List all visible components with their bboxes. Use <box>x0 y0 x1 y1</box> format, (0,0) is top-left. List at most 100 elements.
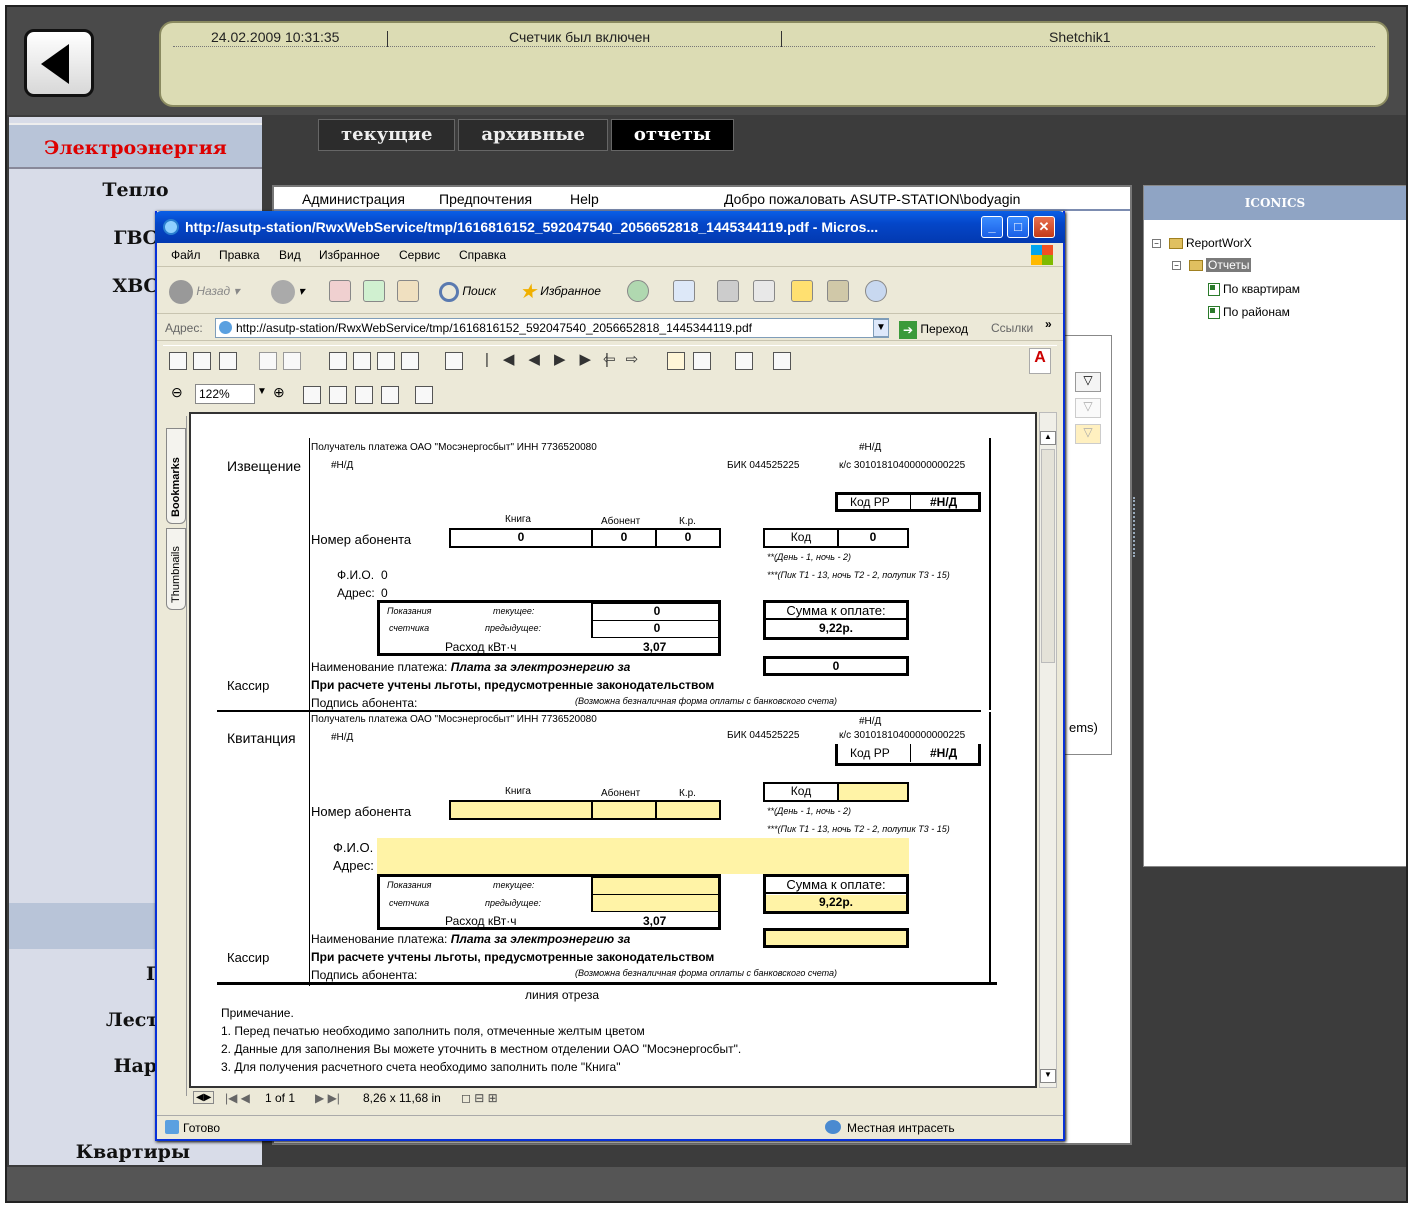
chevron-left-icon[interactable]: ◀▶ <box>193 1091 215 1104</box>
home-icon[interactable] <box>397 280 419 302</box>
tree-item-districts[interactable]: По районам <box>1208 305 1290 320</box>
zoom-out-icon[interactable]: ⊖ <box>171 384 183 401</box>
messenger-icon[interactable] <box>865 280 887 302</box>
history-nav-icons[interactable]: ⇦⇨ <box>603 350 648 368</box>
snapshot-icon[interactable] <box>773 352 791 370</box>
address-input[interactable]: http://asutp-station/RwxWebService/tmp/1… <box>215 318 889 338</box>
layout-icons[interactable]: ◻ ⊟ ⊞ <box>461 1091 498 1105</box>
undo-icon[interactable] <box>283 352 301 370</box>
research-icon[interactable] <box>827 280 849 302</box>
close-button[interactable]: ✕ <box>1033 216 1055 238</box>
menu-admin[interactable]: Администрация <box>302 191 405 207</box>
zoom-input[interactable]: 122% <box>195 384 255 404</box>
pokazaniya-label: Показания <box>387 606 432 616</box>
input-abonent[interactable] <box>591 800 657 820</box>
back-button[interactable]: Назад ▾ <box>169 278 240 304</box>
menu-edit[interactable]: Правка <box>219 248 260 262</box>
rotate-icon[interactable] <box>415 386 433 404</box>
report-tree-panel: ICONICS − ReportWorX − Отчеты По квартирам… <box>1143 185 1406 867</box>
menu-help[interactable]: Справка <box>459 248 506 262</box>
kod-rr-label: Код РР <box>850 746 890 760</box>
thumbnails-label: Thumbnails <box>170 546 182 603</box>
page-indicator[interactable]: 1 of 1 <box>265 1091 295 1105</box>
filter-icon[interactable]: ▽ <box>1075 398 1101 418</box>
chevron-right-icon[interactable]: » <box>1045 317 1052 331</box>
forward-button[interactable]: ▾ <box>271 278 304 304</box>
menu-favorites[interactable]: Избранное <box>319 248 380 262</box>
first-page-icon[interactable]: |◀ ◀ <box>225 1091 250 1105</box>
fit-width-icon[interactable] <box>355 386 373 404</box>
input-tek[interactable] <box>591 877 718 895</box>
tab-thumbnails[interactable]: Thumbnails <box>166 528 186 610</box>
copy-icon[interactable] <box>259 352 277 370</box>
zoom-in-icon[interactable]: ⊕ <box>273 384 285 401</box>
tree-folder-reports[interactable]: − Отчеты <box>1172 258 1252 272</box>
email-icon[interactable] <box>219 352 237 370</box>
chevron-down-icon[interactable]: ▼ <box>873 319 889 337</box>
input-fio-address[interactable] <box>377 838 909 874</box>
actual-size-icon[interactable] <box>303 386 321 404</box>
note-icon[interactable] <box>791 280 813 302</box>
scroll-up-icon[interactable]: ▲ <box>1040 431 1056 445</box>
input-kod[interactable] <box>837 782 909 802</box>
stop-icon[interactable] <box>329 280 351 302</box>
menu-file[interactable]: Файл <box>171 248 201 262</box>
input-kniga[interactable] <box>449 800 593 820</box>
search-button[interactable]: Поиск <box>439 278 496 304</box>
text-select-icon[interactable] <box>735 352 753 370</box>
tab-archive[interactable]: архивные <box>458 119 608 151</box>
ie-titlebar[interactable]: http://asutp-station/RwxWebService/tmp/1… <box>155 211 1065 243</box>
export-icon[interactable] <box>377 352 395 370</box>
tree-item-apartments[interactable]: По квартирам <box>1208 282 1300 297</box>
filter-icon[interactable]: ▽ <box>1075 424 1101 444</box>
print-icon[interactable] <box>717 280 739 302</box>
separator <box>781 31 782 47</box>
minimize-button[interactable]: _ <box>981 216 1003 238</box>
nav-electricity[interactable]: Электроэнергия <box>9 123 262 169</box>
fit-visible-icon[interactable] <box>381 386 399 404</box>
menu-prefs[interactable]: Предпочтения <box>439 191 532 207</box>
refresh-icon[interactable] <box>363 280 385 302</box>
edit-icon[interactable] <box>753 280 775 302</box>
menu-help[interactable]: Help <box>570 191 599 207</box>
pages-icon[interactable] <box>445 352 463 370</box>
podpis-label: Подпись абонента: <box>311 696 418 710</box>
print-icon[interactable] <box>193 352 211 370</box>
mail-icon[interactable] <box>673 280 695 302</box>
tab-current[interactable]: текущие <box>318 119 456 151</box>
scroll-down-icon[interactable]: ▼ <box>1040 1069 1056 1083</box>
go-button[interactable]: ➔ Переход <box>899 319 968 339</box>
input-extra[interactable] <box>763 928 909 948</box>
save-icon[interactable] <box>169 352 187 370</box>
event-row[interactable]: 24.02.2009 10:31:35 Счетчик был включен … <box>173 29 1375 47</box>
tab-reports[interactable]: отчеты <box>610 119 734 151</box>
menu-view[interactable]: Вид <box>279 248 301 262</box>
maximize-button[interactable]: □ <box>1007 216 1029 238</box>
menu-tools[interactable]: Сервис <box>399 248 440 262</box>
back-button[interactable] <box>24 29 94 97</box>
filter-icon[interactable]: ▽ <box>1075 372 1101 392</box>
collapse-icon[interactable]: − <box>1172 261 1181 271</box>
last-page-icon[interactable]: ▶ ▶| <box>315 1091 340 1105</box>
event-panel: 24.02.2009 10:31:35 Счетчик был включен … <box>159 21 1389 107</box>
input-kr[interactable] <box>655 800 721 820</box>
collapse-icon[interactable]: − <box>1152 239 1161 249</box>
input-pred[interactable] <box>591 894 718 912</box>
chevron-down-icon[interactable]: ▼ <box>257 386 267 397</box>
import-icon[interactable] <box>401 352 419 370</box>
page-size: 8,26 x 11,68 in <box>363 1091 441 1105</box>
vertical-scrollbar[interactable]: ▲ ▼ <box>1039 412 1057 1088</box>
fit-page-icon[interactable] <box>329 386 347 404</box>
links-button[interactable]: Ссылки <box>991 321 1033 335</box>
splitter-handle[interactable] <box>1133 497 1139 557</box>
favorites-button[interactable]: ★ Избранное <box>519 278 601 304</box>
tree-root[interactable]: − ReportWorX <box>1152 236 1252 250</box>
hand-tool-icon[interactable] <box>667 352 685 370</box>
zoom-tool-icon[interactable] <box>693 352 711 370</box>
scroll-thumb[interactable] <box>1041 449 1055 663</box>
find-icon[interactable] <box>329 352 347 370</box>
nav-heat[interactable]: Тепло <box>9 167 262 213</box>
search-icon[interactable] <box>353 352 371 370</box>
history-icon[interactable] <box>627 280 649 302</box>
tab-bookmarks[interactable]: Bookmarks <box>166 428 186 524</box>
